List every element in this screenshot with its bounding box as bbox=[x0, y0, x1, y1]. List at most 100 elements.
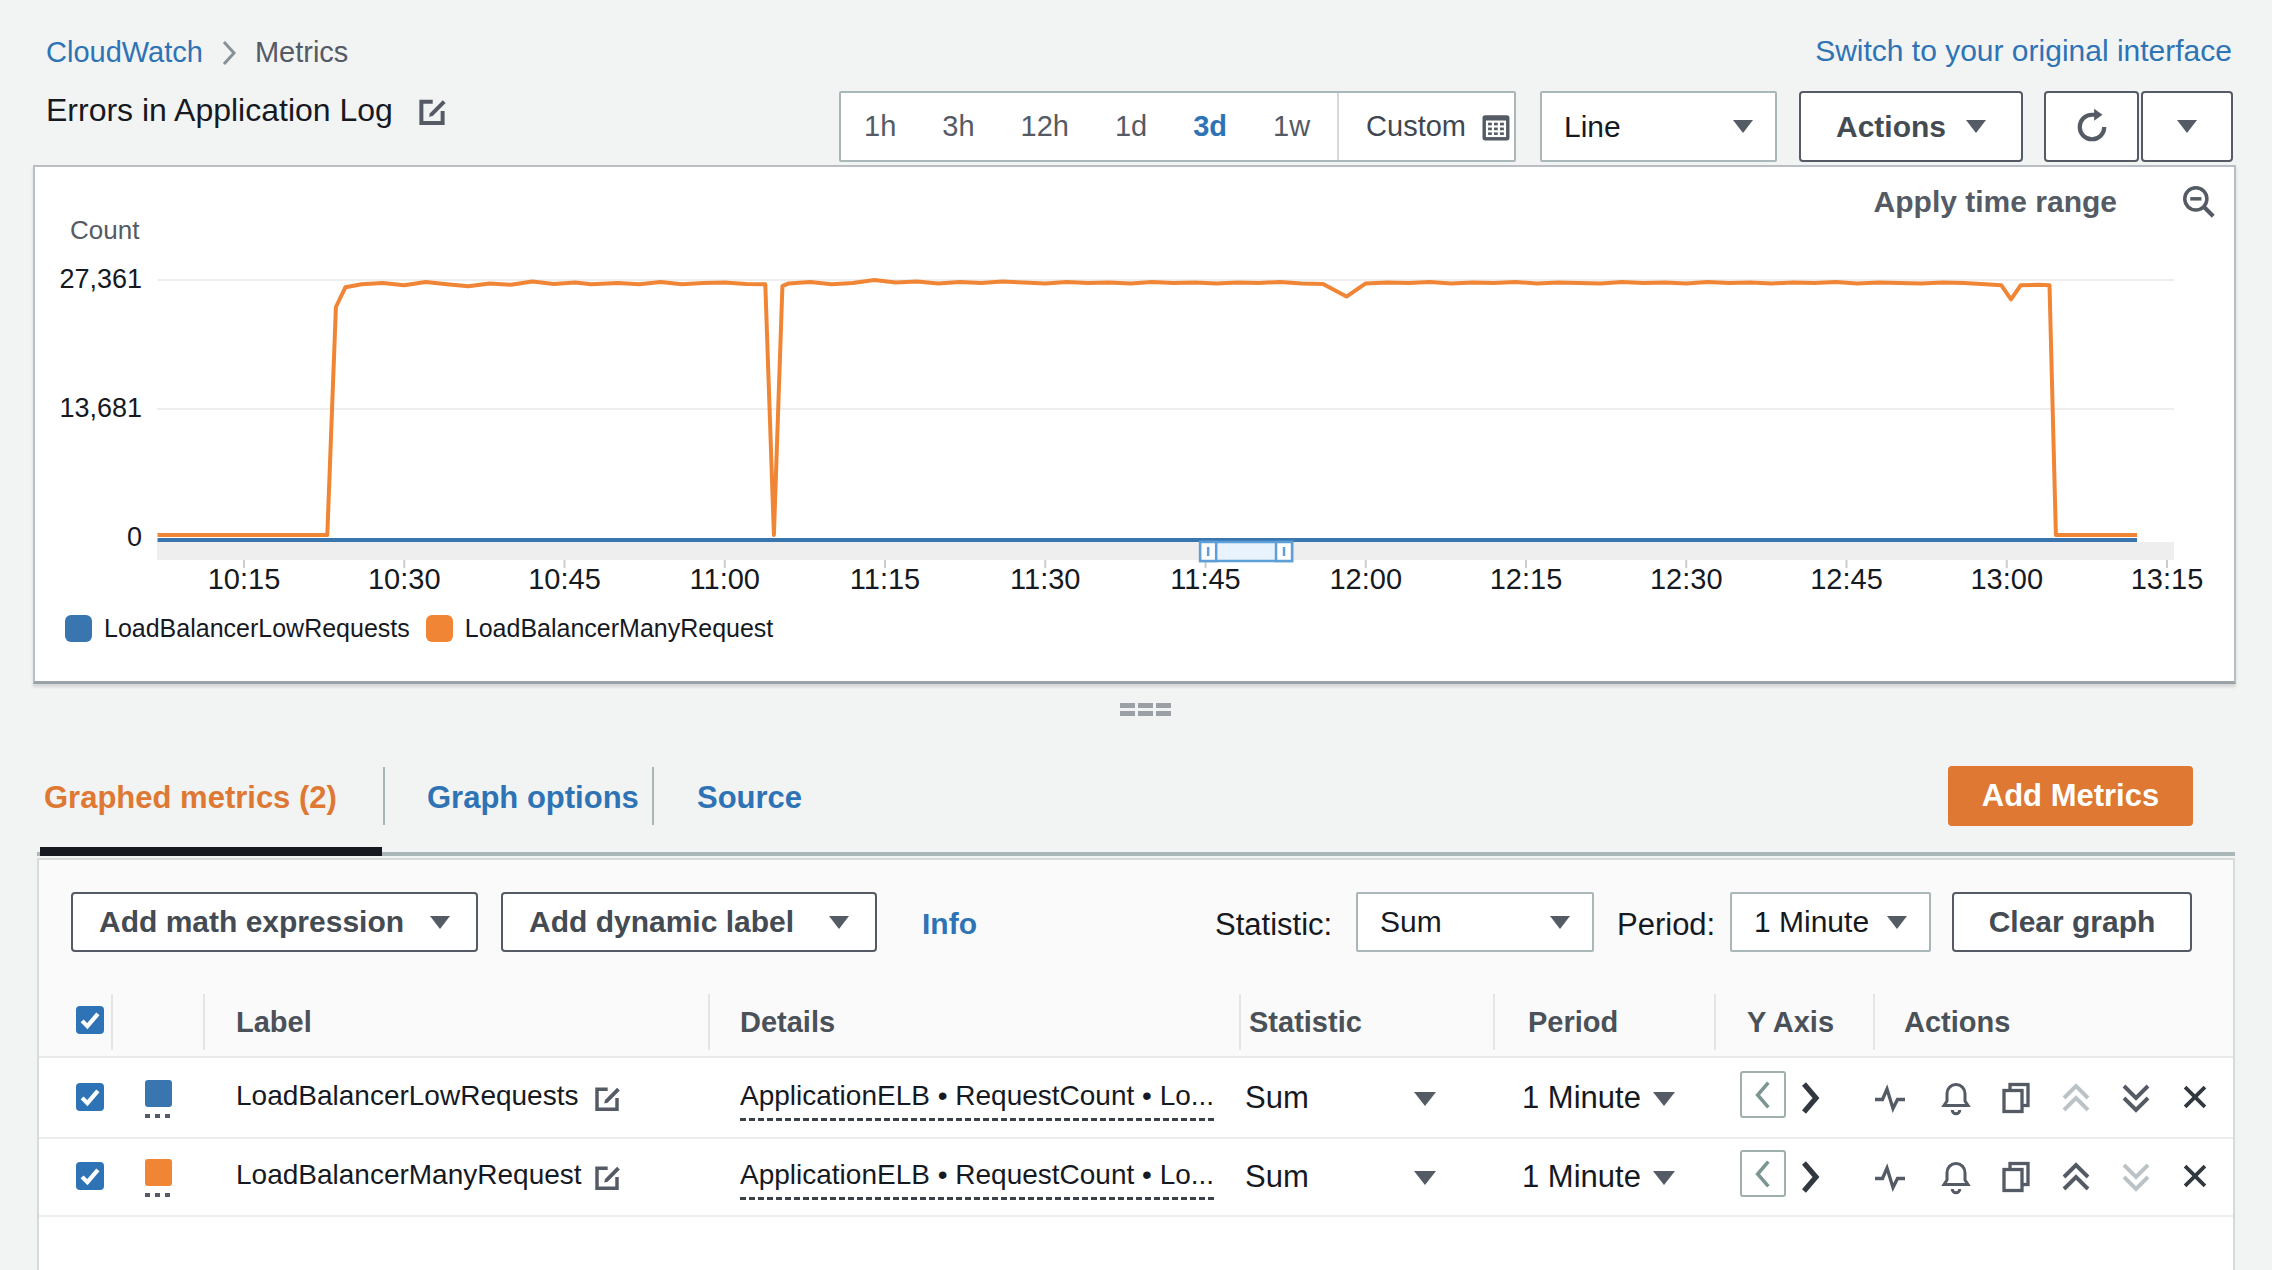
row-period[interactable]: 1 Minute bbox=[1522, 1080, 1641, 1116]
refresh-icon bbox=[2071, 106, 2113, 148]
legend-item-many[interactable]: LoadBalancerManyRequest bbox=[426, 614, 774, 643]
chart-panel: Apply time range Count 27,36113,6810 10:… bbox=[33, 165, 2236, 684]
row-action-pulse-icon[interactable] bbox=[1872, 1159, 1908, 1195]
row-action-remove-icon[interactable] bbox=[2178, 1159, 2214, 1195]
time-range-3d[interactable]: 3d bbox=[1170, 110, 1250, 143]
row-edit-icon[interactable] bbox=[591, 1082, 623, 1114]
row-action-alarm-icon[interactable] bbox=[1938, 1159, 1974, 1195]
y-tick-label: 0 bbox=[35, 522, 142, 553]
time-range-3h[interactable]: 3h bbox=[919, 110, 997, 143]
row-edit-icon[interactable] bbox=[591, 1161, 623, 1193]
time-range-control: 1h 3h 12h 1d 3d 1w Custom bbox=[839, 91, 1516, 162]
row-yaxis-right-button[interactable] bbox=[1796, 1159, 1824, 1195]
time-range-1w[interactable]: 1w bbox=[1250, 110, 1333, 143]
tab-source[interactable]: Source bbox=[697, 780, 802, 816]
statistic-select[interactable]: Sum bbox=[1356, 892, 1594, 952]
row-color-swatch[interactable] bbox=[145, 1080, 172, 1107]
clear-graph-label: Clear graph bbox=[1989, 905, 2156, 939]
add-math-expression-button[interactable]: Add math expression bbox=[71, 892, 478, 952]
header-statistic: Statistic bbox=[1249, 1006, 1362, 1039]
refresh-options-caret-icon bbox=[2177, 120, 2197, 133]
calendar-icon[interactable] bbox=[1478, 107, 1514, 147]
breadcrumb-cloudwatch[interactable]: CloudWatch bbox=[46, 36, 203, 69]
row-yaxis-right-button[interactable] bbox=[1796, 1080, 1824, 1116]
time-range-1h[interactable]: 1h bbox=[841, 110, 919, 143]
y-tick-label: 27,361 bbox=[35, 264, 142, 295]
row-action-pulse-icon[interactable] bbox=[1872, 1080, 1908, 1116]
x-tick-label: 11:45 bbox=[1170, 563, 1240, 596]
chart-y-title: Count bbox=[70, 215, 139, 246]
period-value: 1 Minute bbox=[1754, 905, 1869, 939]
zoom-out-icon[interactable] bbox=[2180, 183, 2218, 221]
row-statistic-caret-icon[interactable] bbox=[1414, 1092, 1436, 1106]
time-range-12h[interactable]: 12h bbox=[998, 110, 1092, 143]
legend-swatch-blue bbox=[65, 615, 92, 642]
x-tick-label: 11:15 bbox=[850, 563, 920, 596]
header-period: Period bbox=[1528, 1006, 1618, 1039]
row-checkbox[interactable] bbox=[76, 1162, 104, 1190]
metric-row-many: LoadBalancerManyRequest ApplicationELB •… bbox=[39, 1139, 2233, 1217]
statistic-label: Statistic: bbox=[1215, 907, 1332, 943]
refresh-options-button[interactable] bbox=[2141, 91, 2233, 162]
metric-row-low: LoadBalancerLowRequests ApplicationELB •… bbox=[39, 1058, 2233, 1139]
row-action-move-down-icon[interactable] bbox=[2118, 1080, 2154, 1116]
select-all-checkbox[interactable] bbox=[76, 1006, 104, 1034]
add-metrics-button[interactable]: Add Metrics bbox=[1948, 766, 2193, 826]
period-label: Period: bbox=[1617, 907, 1715, 943]
time-range-custom[interactable]: Custom bbox=[1343, 110, 1478, 143]
row-checkbox[interactable] bbox=[76, 1083, 104, 1111]
tab-separator-1 bbox=[383, 767, 385, 825]
chart-type-value: Line bbox=[1564, 110, 1621, 144]
row-yaxis-left-button[interactable] bbox=[1740, 1071, 1786, 1118]
row-label[interactable]: LoadBalancerLowRequests bbox=[236, 1080, 578, 1112]
row-statistic[interactable]: Sum bbox=[1245, 1080, 1309, 1116]
x-tick-label: 10:15 bbox=[208, 563, 281, 596]
row-action-move-down-icon[interactable] bbox=[2118, 1159, 2154, 1195]
resize-handle[interactable] bbox=[1120, 703, 1174, 716]
add-dynamic-label-button[interactable]: Add dynamic label bbox=[501, 892, 877, 952]
row-action-duplicate-icon[interactable] bbox=[1998, 1080, 2034, 1116]
row-color-dashes bbox=[145, 1193, 173, 1197]
tab-graph-options[interactable]: Graph options bbox=[427, 780, 639, 816]
info-link[interactable]: Info bbox=[922, 907, 977, 941]
row-color-dashes bbox=[145, 1114, 173, 1118]
tab-graphed-metrics[interactable]: Graphed metrics (2) bbox=[44, 780, 337, 816]
refresh-button[interactable] bbox=[2044, 91, 2139, 162]
row-period-caret-icon[interactable] bbox=[1653, 1092, 1675, 1106]
row-details[interactable]: ApplicationELB • RequestCount • Lo... bbox=[740, 1159, 1214, 1200]
row-statistic[interactable]: Sum bbox=[1245, 1159, 1309, 1195]
row-period-caret-icon[interactable] bbox=[1653, 1171, 1675, 1185]
row-action-remove-icon[interactable] bbox=[2178, 1080, 2214, 1116]
legend-item-low[interactable]: LoadBalancerLowRequests bbox=[65, 614, 410, 643]
legend-swatch-orange bbox=[426, 615, 453, 642]
period-select[interactable]: 1 Minute bbox=[1730, 892, 1931, 952]
x-tick-label: 11:30 bbox=[1010, 563, 1080, 596]
switch-interface-link[interactable]: Switch to your original interface bbox=[1815, 34, 2232, 68]
row-label[interactable]: LoadBalancerManyRequest bbox=[236, 1159, 582, 1191]
tab-separator-2 bbox=[652, 767, 654, 825]
row-yaxis-left-button[interactable] bbox=[1740, 1150, 1786, 1197]
chart-type-select[interactable]: Line bbox=[1540, 91, 1777, 162]
breadcrumb-metrics: Metrics bbox=[255, 36, 348, 69]
x-tick-label: 12:30 bbox=[1650, 563, 1723, 596]
statistic-value: Sum bbox=[1380, 905, 1442, 939]
row-color-swatch[interactable] bbox=[145, 1159, 172, 1186]
actions-label: Actions bbox=[1836, 110, 1946, 144]
breadcrumb-chevron-icon bbox=[221, 40, 237, 66]
actions-button[interactable]: Actions bbox=[1799, 91, 2023, 162]
add-math-expression-label: Add math expression bbox=[99, 905, 404, 939]
period-caret-icon bbox=[1887, 916, 1907, 929]
row-action-duplicate-icon[interactable] bbox=[1998, 1159, 2034, 1195]
row-action-move-up-icon[interactable] bbox=[2058, 1080, 2094, 1116]
metrics-panel: Add math expression Add dynamic label In… bbox=[37, 858, 2235, 1270]
row-period[interactable]: 1 Minute bbox=[1522, 1159, 1641, 1195]
x-tick-label: 12:15 bbox=[1490, 563, 1563, 596]
row-action-alarm-icon[interactable] bbox=[1938, 1080, 1974, 1116]
clear-graph-button[interactable]: Clear graph bbox=[1952, 892, 2192, 952]
row-details[interactable]: ApplicationELB • RequestCount • Lo... bbox=[740, 1080, 1214, 1121]
time-range-1d[interactable]: 1d bbox=[1092, 110, 1170, 143]
edit-title-icon[interactable] bbox=[415, 94, 449, 128]
row-statistic-caret-icon[interactable] bbox=[1414, 1171, 1436, 1185]
row-action-move-up-icon[interactable] bbox=[2058, 1159, 2094, 1195]
breadcrumb: CloudWatch Metrics bbox=[46, 36, 348, 69]
